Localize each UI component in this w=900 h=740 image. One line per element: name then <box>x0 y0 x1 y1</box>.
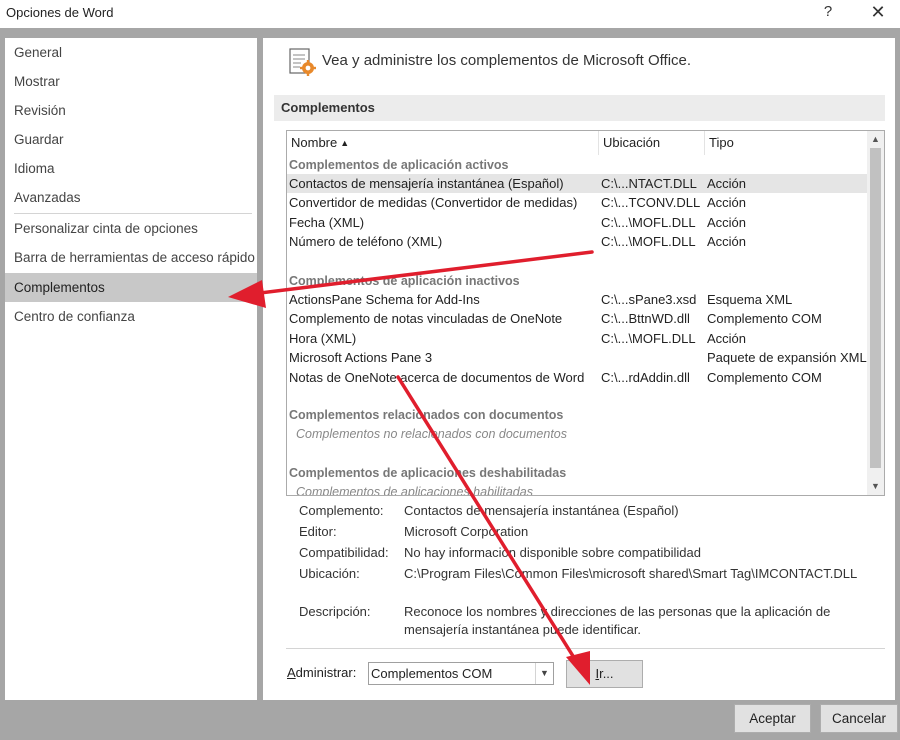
main-panel: Vea y administre los complementos de Mic… <box>263 38 895 700</box>
go-button[interactable]: Ir... <box>566 660 643 688</box>
sidebar-item-idioma[interactable]: Idioma <box>5 154 257 183</box>
column-header-type[interactable]: Tipo <box>705 131 865 155</box>
group-header-documents: Complementos relacionados con documentos <box>289 408 564 422</box>
sidebar-item-centro-confianza[interactable]: Centro de confianza <box>5 302 257 331</box>
accept-button[interactable]: Aceptar <box>734 704 811 733</box>
sidebar: General Mostrar Revisión Guardar Idioma … <box>5 38 257 700</box>
sidebar-item-mostrar[interactable]: Mostrar <box>5 67 257 96</box>
sidebar-item-general[interactable]: General <box>5 38 257 67</box>
table-row[interactable]: ActionsPane Schema for Add-Ins C:\...sPan… <box>287 290 867 309</box>
detail-descripcion-value: Reconoce los nombres y direcciones de la… <box>404 604 831 637</box>
cancel-button[interactable]: Cancelar <box>820 704 898 733</box>
sidebar-item-guardar[interactable]: Guardar <box>5 125 257 154</box>
detail-editor: Editor: Microsoft Corporation <box>299 524 529 539</box>
detail-complemento: Complemento: Contactos de mensajería inst… <box>299 503 679 518</box>
bottom-divider <box>286 648 885 649</box>
empty-note-disabled: Complementos de aplicaciones habilitadas <box>296 485 533 496</box>
sidebar-item-personalizar-cinta[interactable]: Personalizar cinta de opciones <box>5 214 257 243</box>
section-title: Complementos <box>274 95 885 121</box>
table-row[interactable]: Contactos de mensajería instantánea (Esp… <box>287 174 867 194</box>
addins-gear-icon <box>289 48 316 76</box>
table-row[interactable]: Hora (XML) C:\...\MOFL.DLL Acción <box>287 329 867 348</box>
chevron-down-icon[interactable]: ▼ <box>535 663 553 684</box>
sidebar-item-complementos[interactable]: Complementos <box>5 273 257 302</box>
table-row[interactable]: Convertidor de medidas (Convertidor de m… <box>287 193 867 212</box>
table-row[interactable]: Microsoft Actions Pane 3 Paquete de expan… <box>287 348 867 367</box>
sidebar-item-revision[interactable]: Revisión <box>5 96 257 125</box>
title-bar: Opciones de Word ? ✕ <box>0 0 900 28</box>
detail-compatibilidad: Compatibilidad: No hay información dispon… <box>299 545 702 560</box>
empty-note-documents: Complementos no relacionados con documen… <box>296 427 567 441</box>
help-button[interactable]: ? <box>821 3 835 20</box>
vertical-scrollbar[interactable]: ▲ ▼ <box>867 131 884 495</box>
column-header-name[interactable]: Nombre ▲ <box>287 131 599 155</box>
page-header: Vea y administre los complementos de Mic… <box>322 52 692 69</box>
detail-descripcion-label: Descripción: <box>299 604 371 619</box>
close-button[interactable]: ✕ <box>868 2 888 23</box>
group-header-inactive: Complementos de aplicación inactivos <box>289 274 520 288</box>
table-row[interactable]: Número de teléfono (XML) C:\...\MOFL.DLL A… <box>287 232 867 251</box>
sidebar-item-barra-acceso-rapido[interactable]: Barra de herramientas de acceso rápido <box>5 243 257 272</box>
window-title: Opciones de Word <box>6 5 114 20</box>
table-row[interactable]: Fecha (XML) C:\...\MOFL.DLL Acción <box>287 213 867 232</box>
addins-list[interactable]: Nombre ▲ Ubicación Tipo Complementos de a… <box>286 130 885 496</box>
group-header-active: Complementos de aplicación activos <box>289 158 509 172</box>
manage-select[interactable]: Complementos COM ▼ <box>368 662 554 685</box>
table-row[interactable]: Complemento de notas vinculadas de OneNo… <box>287 309 867 328</box>
detail-ubicacion: Ubicación: C:\Program Files\Common Files\… <box>299 566 858 581</box>
scroll-down-icon[interactable]: ▼ <box>867 478 884 495</box>
group-header-disabled: Complementos de aplicaciones deshabilita… <box>289 466 567 480</box>
sidebar-item-avanzadas[interactable]: Avanzadas <box>5 183 257 212</box>
column-header-location[interactable]: Ubicación <box>599 131 705 155</box>
scroll-up-icon[interactable]: ▲ <box>867 131 884 148</box>
sort-ascending-icon: ▲ <box>340 138 350 148</box>
table-row[interactable]: Notas de OneNote acerca de documentos de… <box>287 368 867 387</box>
manage-label: Administrar: <box>287 665 357 680</box>
scrollbar-thumb[interactable] <box>870 148 881 468</box>
